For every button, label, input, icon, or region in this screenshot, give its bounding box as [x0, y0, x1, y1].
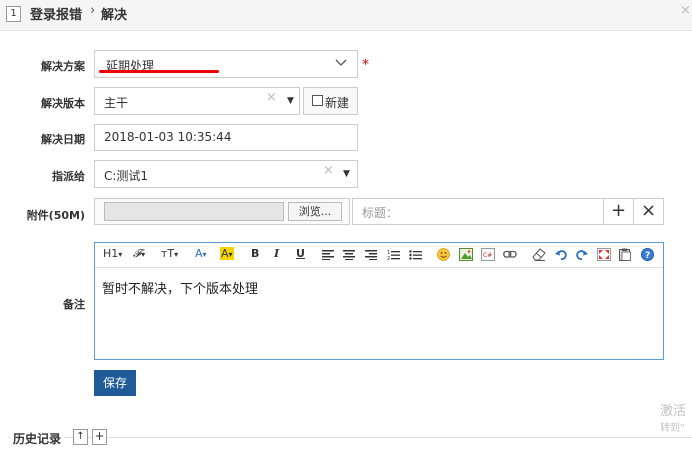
- fullscreen-icon[interactable]: [597, 248, 611, 261]
- activation-watermark-line1: 激活: [660, 404, 687, 419]
- comment-content[interactable]: 暂时不解决，下个版本处理: [102, 278, 258, 297]
- undo-icon[interactable]: [555, 249, 567, 261]
- save-button[interactable]: 保存: [94, 370, 136, 396]
- activation-watermark-line2: 转到": [660, 423, 685, 434]
- highlight-color-button[interactable]: A▾: [220, 247, 234, 260]
- comment-label: 备注: [63, 298, 85, 311]
- link-icon[interactable]: [503, 249, 517, 260]
- bold-button[interactable]: B: [251, 247, 259, 260]
- browse-button[interactable]: 浏览...: [288, 202, 342, 221]
- assign-label: 指派给: [52, 170, 85, 183]
- chevron-down-icon: [335, 59, 347, 66]
- svg-text:C#: C#: [483, 252, 492, 259]
- close-icon[interactable]: ×: [680, 3, 691, 18]
- align-center-icon[interactable]: [343, 250, 355, 260]
- font-family-button[interactable]: 𝓕▾: [133, 247, 145, 261]
- breadcrumb-separator: ›: [90, 3, 96, 18]
- italic-button[interactable]: I: [274, 247, 279, 260]
- emoji-icon[interactable]: [437, 248, 450, 261]
- assign-value: C:测试1: [104, 169, 149, 183]
- date-value: 2018-01-03 10:35:44: [104, 130, 232, 144]
- align-right-icon[interactable]: [365, 250, 377, 260]
- action-title: 解决: [101, 8, 128, 23]
- history-title: 历史记录: [10, 430, 65, 447]
- new-version-label: 新建: [325, 96, 350, 110]
- help-icon[interactable]: ?: [641, 248, 654, 261]
- underline-button[interactable]: U: [296, 247, 305, 260]
- eraser-icon[interactable]: [532, 248, 546, 261]
- file-path-field[interactable]: [104, 202, 284, 221]
- version-value: 主干: [104, 96, 129, 110]
- caret-down-icon[interactable]: ▼: [343, 169, 350, 179]
- solution-label: 解决方案: [41, 60, 85, 73]
- svg-text:2: 2: [387, 256, 390, 261]
- paste-icon[interactable]: [619, 248, 631, 261]
- attachment-title-placeholder: 标题：: [362, 206, 399, 220]
- redo-icon[interactable]: [576, 249, 588, 261]
- image-icon[interactable]: [459, 248, 473, 261]
- clear-icon[interactable]: ×: [323, 163, 334, 178]
- svg-text:?: ?: [645, 251, 650, 261]
- code-icon[interactable]: C#: [481, 248, 495, 261]
- highlight-underline: [99, 70, 219, 73]
- remove-attachment-button[interactable]: ×: [633, 198, 664, 225]
- date-label: 解决日期: [41, 133, 85, 146]
- ordered-list-icon[interactable]: 12: [387, 249, 400, 261]
- bug-title[interactable]: 登录报错: [30, 4, 82, 23]
- history-expand-button[interactable]: +: [92, 429, 107, 445]
- required-marker: *: [362, 57, 369, 73]
- unordered-list-icon[interactable]: [409, 249, 422, 261]
- font-size-button[interactable]: тT▾: [161, 247, 178, 260]
- bug-id-badge: 1: [6, 6, 21, 22]
- font-color-button[interactable]: A▾: [195, 247, 207, 260]
- version-label: 解决版本: [41, 97, 85, 110]
- attachment-label: 附件(50M): [26, 209, 85, 222]
- history-divider: [8, 437, 692, 438]
- add-attachment-button[interactable]: +: [603, 198, 634, 225]
- clear-icon[interactable]: ×: [266, 90, 277, 105]
- caret-down-icon[interactable]: ▼: [287, 96, 294, 106]
- new-version-checkbox[interactable]: [312, 95, 323, 106]
- heading-button[interactable]: H1▾: [103, 247, 122, 260]
- history-sort-button[interactable]: ↑: [73, 429, 88, 445]
- align-left-icon[interactable]: [322, 250, 334, 260]
